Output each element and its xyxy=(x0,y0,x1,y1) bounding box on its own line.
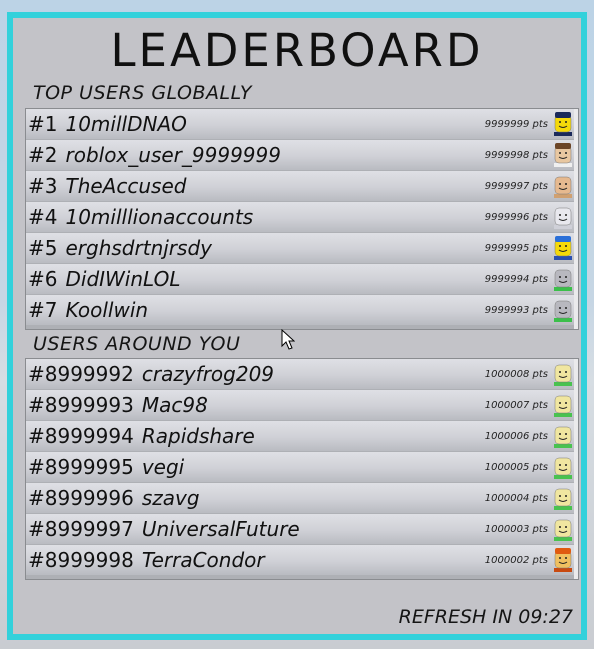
leaderboard-row[interactable]: #8999993 Mac98 1000007 pts xyxy=(26,390,578,420)
username-label: 10milllionaccounts xyxy=(65,205,254,229)
leaderboard-row[interactable]: #8999996 szavg 1000004 pts xyxy=(26,483,578,513)
leaderboard-row[interactable]: #3 TheAccused 9999997 pts xyxy=(26,171,578,201)
rank-label: #1 xyxy=(28,112,58,136)
rank-label: #5 xyxy=(28,236,58,260)
top-users-list[interactable]: #1 10millDNAO 9999999 pts #2 roblox_user_999… xyxy=(25,108,579,330)
blue-hat-avatar-icon xyxy=(552,236,574,260)
yellow-face-avatar-icon xyxy=(552,455,574,479)
gray-face-avatar-icon xyxy=(552,298,574,322)
username-label: Mac98 xyxy=(141,393,208,417)
leaderboard-row[interactable]: #8999995 vegi 1000005 pts xyxy=(26,452,578,482)
username-label: Koollwin xyxy=(65,298,149,322)
leaderboard-row[interactable]: #6 DidIWinLOL 9999994 pts xyxy=(26,264,578,294)
white-face-avatar-icon xyxy=(552,205,574,229)
rank-label: #4 xyxy=(28,205,58,229)
rank-label: #2 xyxy=(28,143,58,167)
yellow-face-avatar-icon xyxy=(552,393,574,417)
rank-label: #8999997 xyxy=(28,517,134,541)
username-label: roblox_user_9999999 xyxy=(65,143,281,167)
yellow-face-avatar-icon xyxy=(552,517,574,541)
tan-face-avatar-icon xyxy=(552,174,574,198)
yellow-face-avatar-icon xyxy=(552,486,574,510)
username-label: DidIWinLOL xyxy=(65,267,181,291)
yellow-face-avatar-icon xyxy=(552,424,574,448)
username-label: szavg xyxy=(141,486,200,510)
points-label: 1000008 pts xyxy=(484,368,548,380)
around-users-heading: USERS AROUND YOU xyxy=(33,333,241,355)
points-label: 9999994 pts xyxy=(484,273,548,285)
scrollbar[interactable] xyxy=(574,109,578,329)
username-label: TerraCondor xyxy=(141,548,265,572)
points-label: 9999999 pts xyxy=(484,118,548,130)
around-users-list[interactable]: #8999992 crazyfrog209 1000008 pts #8999993 M… xyxy=(25,358,579,580)
mouse-cursor-icon xyxy=(281,329,295,350)
points-label: 1000004 pts xyxy=(484,492,548,504)
rank-label: #8999992 xyxy=(28,362,134,386)
cowboy-avatar-icon xyxy=(552,143,574,167)
rank-label: #3 xyxy=(28,174,58,198)
rank-label: #8999996 xyxy=(28,486,134,510)
leaderboard-row[interactable]: #1 10millDNAO 9999999 pts xyxy=(26,109,578,139)
username-label: TheAccused xyxy=(65,174,187,198)
leaderboard-row[interactable]: #8999992 crazyfrog209 1000008 pts xyxy=(26,359,578,389)
username-label: erghsdrtnjrsdy xyxy=(65,236,212,260)
rank-label: #6 xyxy=(28,267,58,291)
leaderboard-title: LEADERBOARD xyxy=(110,24,484,77)
points-label: 1000003 pts xyxy=(484,523,548,535)
leaderboard-row[interactable]: #7 Koollwin 9999993 pts xyxy=(26,295,578,325)
rank-label: #8999998 xyxy=(28,548,134,572)
points-label: 9999997 pts xyxy=(484,180,548,192)
points-label: 9999993 pts xyxy=(484,304,548,316)
leaderboard-row[interactable]: #5 erghsdrtnjrsdy 9999995 pts xyxy=(26,233,578,263)
points-label: 1000002 pts xyxy=(484,554,548,566)
orange-hair-avatar-icon xyxy=(552,548,574,572)
username-label: vegi xyxy=(141,455,185,479)
rank-label: #8999995 xyxy=(28,455,134,479)
police-avatar-icon xyxy=(552,112,574,136)
rank-label: #8999993 xyxy=(28,393,134,417)
username-label: 10millDNAO xyxy=(65,112,187,136)
points-label: 9999995 pts xyxy=(484,242,548,254)
points-label: 9999996 pts xyxy=(484,211,548,223)
username-label: Rapidshare xyxy=(141,424,255,448)
leaderboard-row[interactable]: #8999994 Rapidshare 1000006 pts xyxy=(26,421,578,451)
leaderboard-board: LEADERBOARD TOP USERS GLOBALLY #1 10millD… xyxy=(0,0,594,649)
leaderboard-frame: LEADERBOARD TOP USERS GLOBALLY #1 10millD… xyxy=(7,12,587,640)
leaderboard-row[interactable]: #8999997 UniversalFuture 1000003 pts xyxy=(26,514,578,544)
rank-label: #7 xyxy=(28,298,58,322)
top-users-heading: TOP USERS GLOBALLY xyxy=(33,82,253,104)
rank-label: #8999994 xyxy=(28,424,134,448)
leaderboard-row[interactable]: #8999998 TerraCondor 1000002 pts xyxy=(26,545,578,575)
points-label: 1000007 pts xyxy=(484,399,548,411)
leaderboard-row[interactable]: #2 roblox_user_9999999 9999998 pts xyxy=(26,140,578,170)
leaderboard-row[interactable]: #4 10milllionaccounts 9999996 pts xyxy=(26,202,578,232)
refresh-timer: REFRESH IN 09:27 xyxy=(398,606,573,628)
points-label: 9999998 pts xyxy=(484,149,548,161)
gray-face-avatar-icon xyxy=(552,267,574,291)
username-label: UniversalFuture xyxy=(141,517,300,541)
username-label: crazyfrog209 xyxy=(141,362,275,386)
points-label: 1000005 pts xyxy=(484,461,548,473)
scrollbar[interactable] xyxy=(574,359,578,579)
points-label: 1000006 pts xyxy=(484,430,548,442)
yellow-face-avatar-icon xyxy=(552,362,574,386)
